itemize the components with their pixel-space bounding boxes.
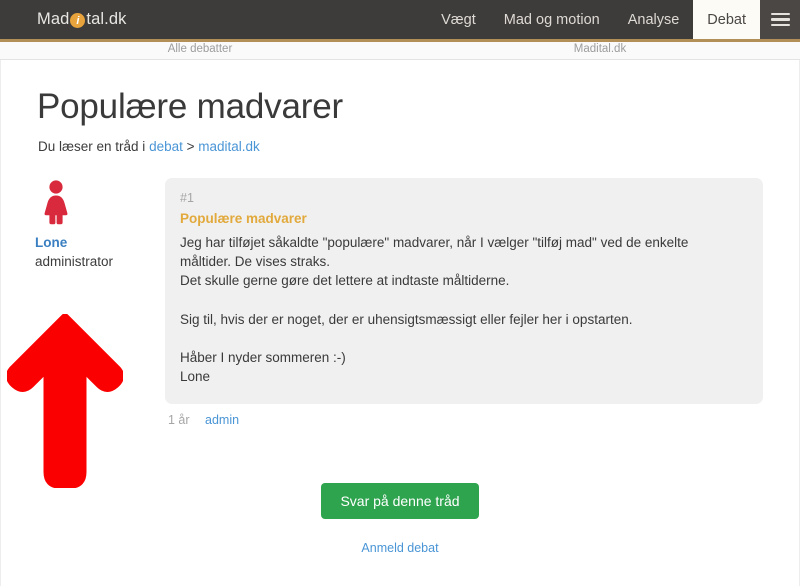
nav-item-label: Analyse	[627, 11, 680, 28]
thread-container: Lone administrator #1 Populære madvarer …	[1, 154, 799, 427]
nav-item-mad-og-motion[interactable]: Mad og motion	[490, 0, 614, 39]
breadcrumb-separator: >	[186, 139, 195, 154]
post-card: #1 Populære madvarer Jeg har tilføjet så…	[165, 178, 763, 405]
breadcrumb-link-debat[interactable]: debat	[149, 139, 183, 154]
subnav-item-alle-debatter[interactable]: Alle debatter	[168, 43, 233, 55]
post-poster-link[interactable]: admin	[205, 413, 239, 427]
subnav-item-label: Madital.dk	[573, 43, 627, 55]
post-number: #1	[180, 191, 194, 205]
info-dot-letter: i	[76, 14, 80, 27]
post-age: 1 år	[168, 413, 190, 428]
subnav-item-madital-dk[interactable]: Madital.dk	[574, 43, 626, 55]
site-logo[interactable]: Mad i tal.dk	[0, 0, 126, 39]
report-debate-link[interactable]: Anmeld debat	[1, 541, 799, 555]
nav-item-label: Mad og motion	[503, 11, 600, 28]
reply-to-thread-button[interactable]: Svar på denne tråd	[321, 483, 479, 520]
post-author-column: Lone administrator	[35, 178, 165, 269]
info-dot-icon: i	[70, 13, 86, 28]
post-subject: Populære madvarer	[180, 211, 307, 226]
post-author-role: administrator	[35, 254, 114, 269]
nav-item-debat[interactable]: Debat	[693, 0, 760, 39]
post-author-name[interactable]: Lone	[35, 235, 165, 250]
hamburger-menu-button[interactable]	[760, 0, 800, 39]
page-content: Populære madvarer Du læser en tråd i deb…	[0, 60, 800, 586]
logo-text-suffix: tal.dk	[86, 10, 127, 28]
nav-item-label: Debat	[707, 11, 746, 28]
main-nav-items: Vægt Mad og motion Analyse Debat	[427, 0, 760, 39]
post-column: #1 Populære madvarer Jeg har tilføjet så…	[165, 178, 763, 427]
hamburger-menu-icon	[770, 9, 790, 29]
top-navigation-bar: Mad i tal.dk Vægt Mad og motion Analyse De…	[0, 0, 800, 39]
post-body: Jeg har tilføjet såkaldte "populære" mad…	[180, 235, 689, 385]
nav-item-label: Vægt	[441, 11, 476, 28]
nav-item-vaegt[interactable]: Vægt	[427, 0, 490, 39]
breadcrumb-link-madital[interactable]: madital.dk	[198, 139, 260, 154]
breadcrumb: Du læser en tråd i debat > madital.dk	[1, 128, 799, 154]
subnav-item-label: Alle debatter	[167, 43, 233, 55]
breadcrumb-prefix: Du læser en tråd i	[38, 139, 146, 154]
sub-navigation-bar: Alle debatter Madital.dk	[0, 42, 800, 60]
post-meta: 1 år admin	[165, 404, 763, 427]
page-title: Populære madvarer	[37, 87, 343, 126]
thread-actions: Svar på denne tråd Anmeld debat	[1, 427, 799, 555]
female-user-avatar-icon	[44, 180, 68, 225]
gold-accent-rule	[0, 39, 800, 42]
nav-item-analyse[interactable]: Analyse	[614, 0, 694, 39]
logo-text-prefix: Mad	[37, 10, 70, 28]
